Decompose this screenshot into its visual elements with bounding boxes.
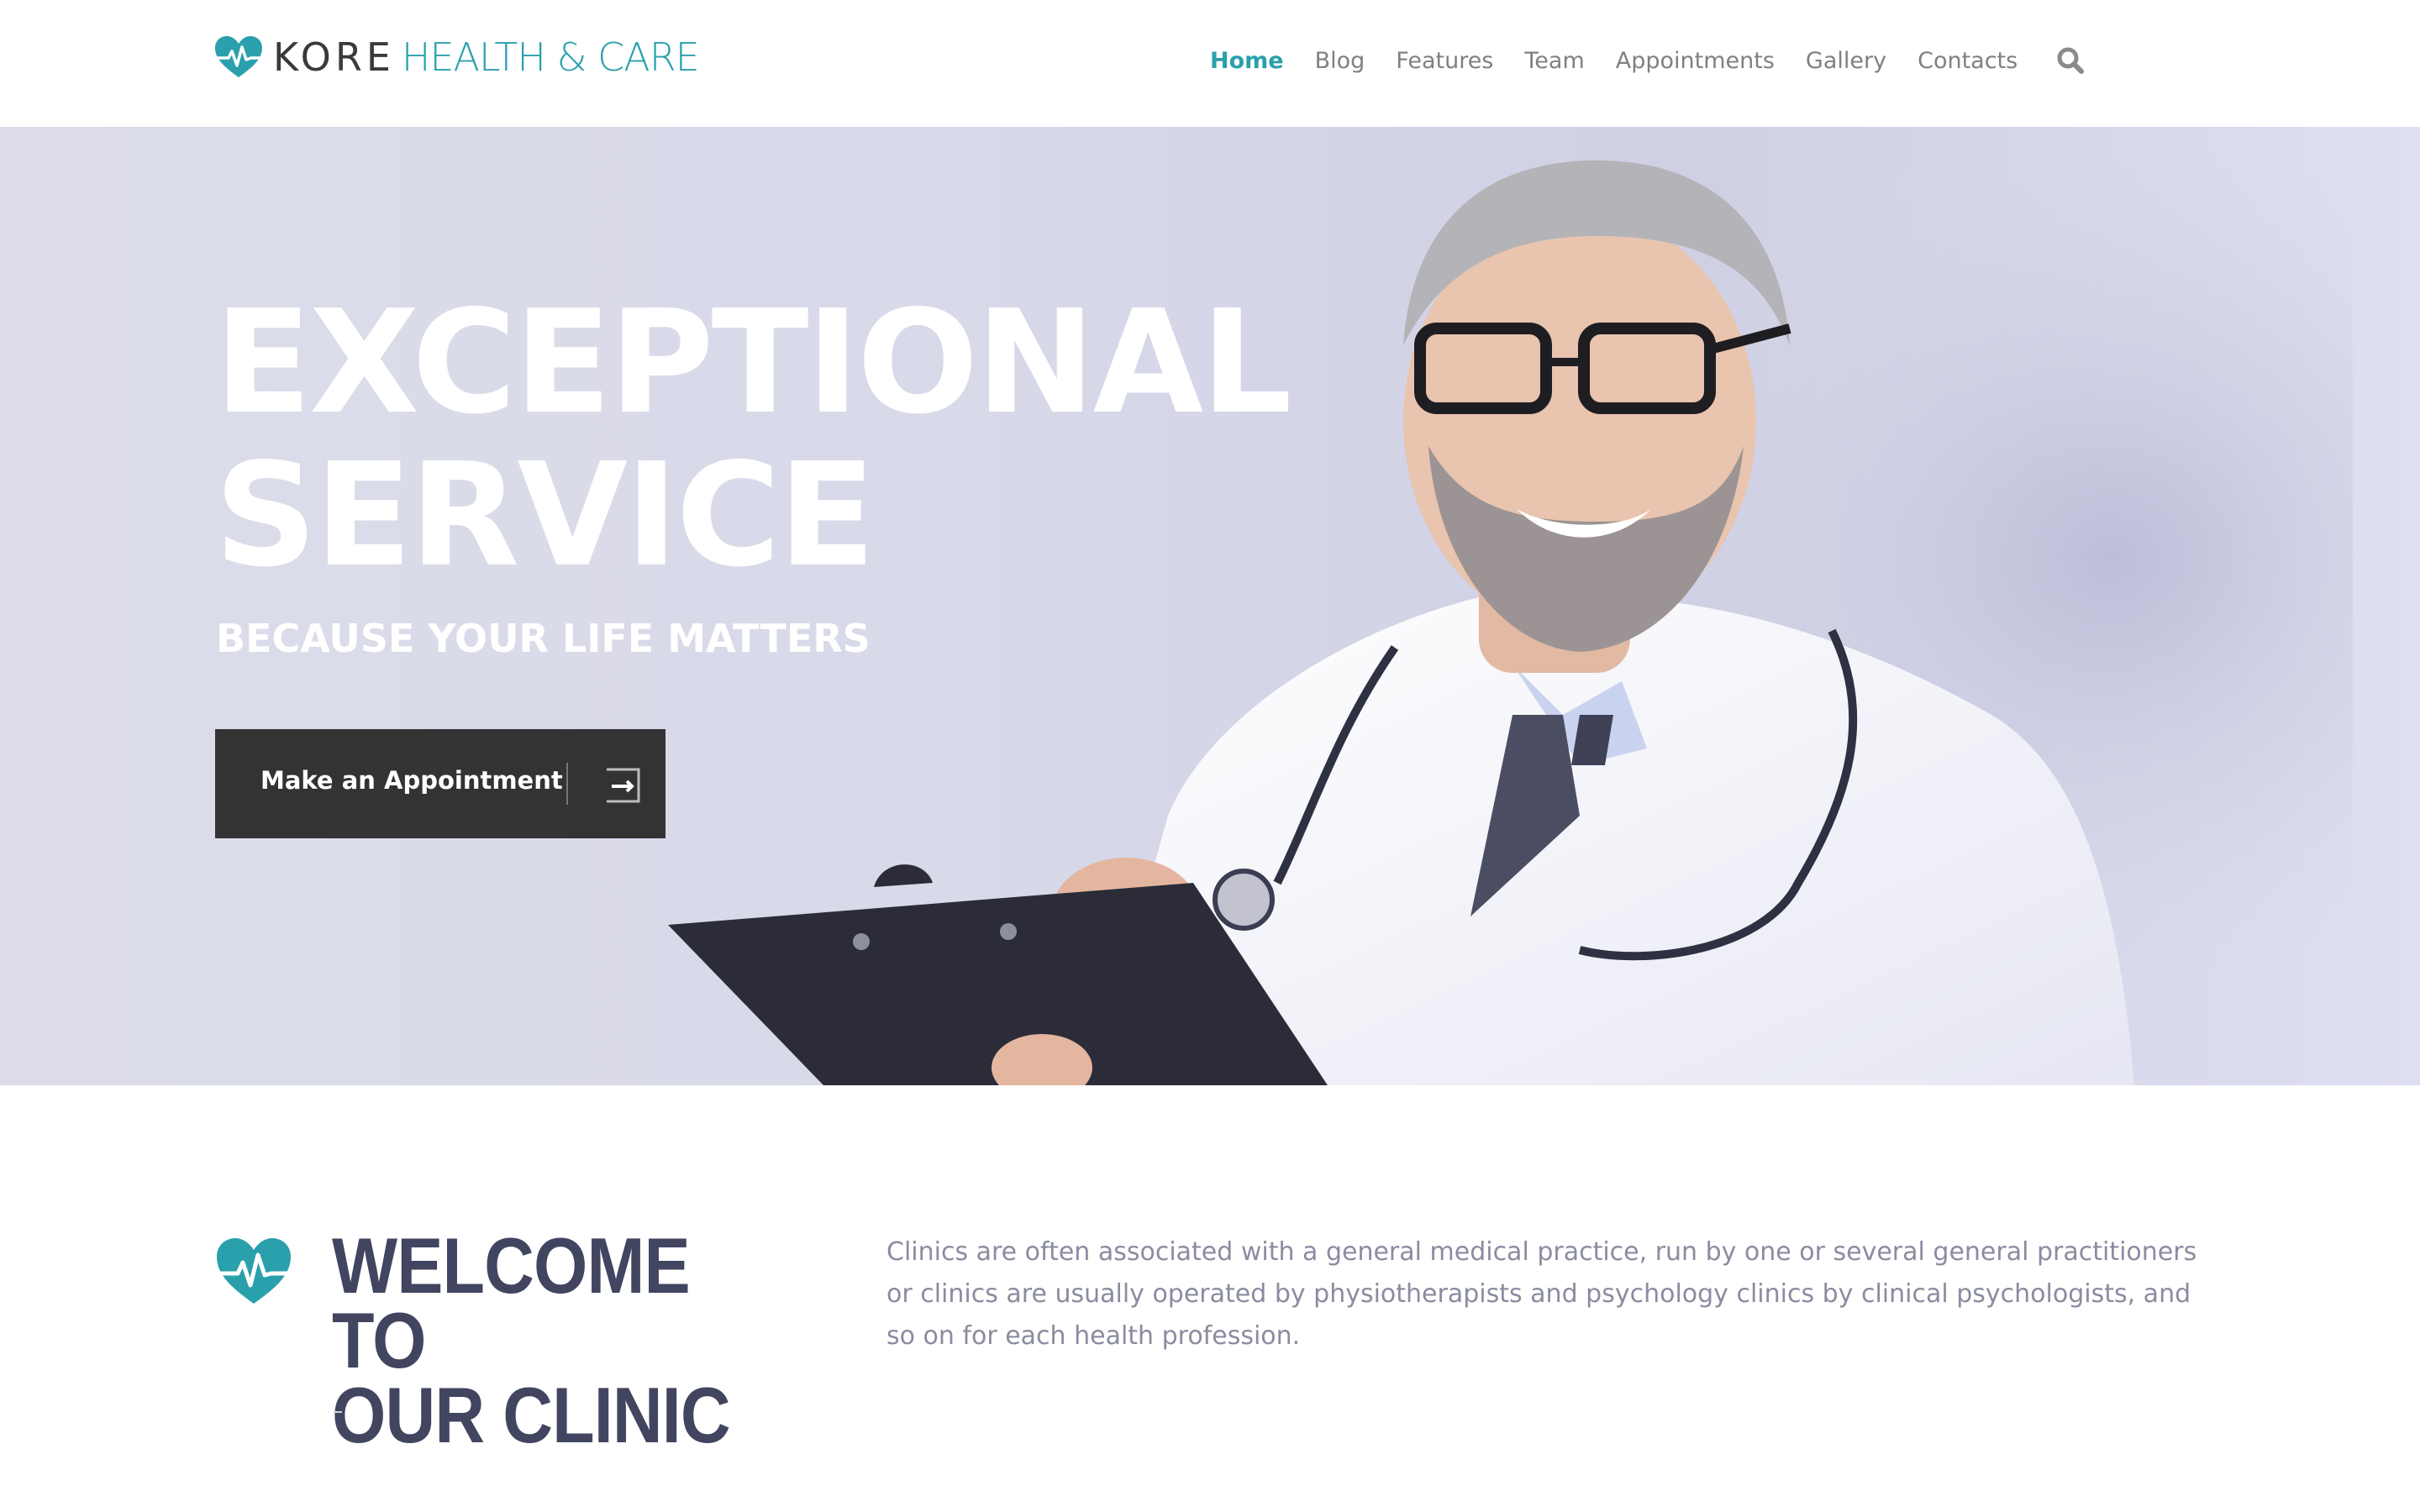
nav-item-team[interactable]: Team: [1524, 48, 1584, 74]
hero-title-line1: EXCEPTIONAL: [214, 280, 1292, 446]
welcome-title-line1: WELCOME TO: [332, 1221, 691, 1384]
title-underline: [334, 1411, 342, 1413]
nav-item-blog[interactable]: Blog: [1315, 48, 1365, 74]
make-appointment-button[interactable]: Make an Appointment: [215, 729, 666, 838]
nav-item-features[interactable]: Features: [1396, 48, 1493, 74]
nav-item-contacts[interactable]: Contacts: [1918, 48, 2018, 74]
site-header: KORE HEALTH & CARE Home Blog Features Te…: [0, 0, 2420, 127]
search-icon: [2057, 47, 2084, 74]
hero-title: EXCEPTIONAL SERVICE: [214, 286, 1391, 592]
doctor-photo: [668, 127, 2353, 1085]
button-divider: [566, 763, 568, 805]
main-nav: Home Blog Features Team Appointments Gal…: [1210, 44, 2049, 77]
heart-pulse-icon: [215, 36, 262, 77]
hero-title-line2: SERVICE: [214, 433, 876, 599]
brand-name-secondary: HEALTH & CARE: [401, 34, 700, 80]
arrow-right-icon: [607, 768, 640, 803]
search-button[interactable]: [2055, 45, 2086, 76]
hero-subtitle: BECAUSE YOUR LIFE MATTERS: [216, 616, 871, 661]
nav-item-appointments[interactable]: Appointments: [1616, 48, 1775, 74]
brand-name-primary: KORE: [273, 34, 395, 80]
nav-item-gallery[interactable]: Gallery: [1806, 48, 1886, 74]
make-appointment-label: Make an Appointment: [260, 766, 563, 795]
hero-banner: EXCEPTIONAL SERVICE BECAUSE YOUR LIFE MA…: [0, 127, 2420, 1085]
welcome-title: WELCOME TO OUR CLINIC: [332, 1221, 746, 1459]
heart-pulse-icon: [217, 1238, 291, 1304]
welcome-description: Clinics are often associated with a gene…: [886, 1237, 2197, 1351]
nav-item-home[interactable]: Home: [1210, 48, 1284, 74]
brand-logo[interactable]: KORE HEALTH & CARE: [214, 34, 700, 81]
welcome-title-line2: OUR CLINIC: [332, 1371, 731, 1459]
